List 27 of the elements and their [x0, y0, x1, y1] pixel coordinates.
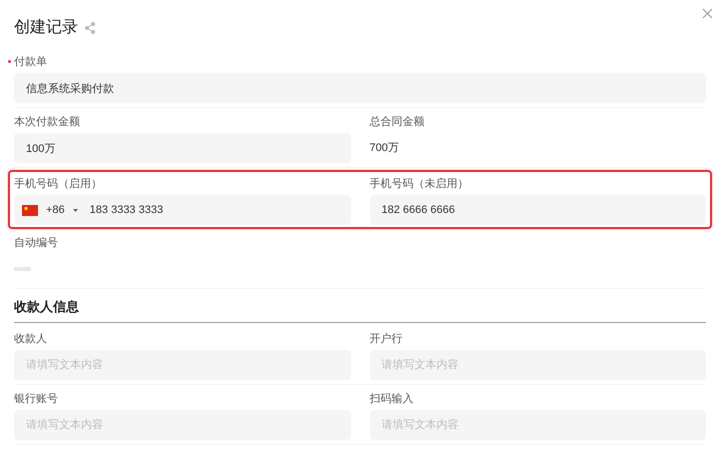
field-label: 收款人 [14, 332, 47, 347]
field-label: 手机号码（启用） [14, 176, 102, 192]
field-label: 银行账号 [14, 392, 58, 407]
country-code[interactable]: +86 [46, 202, 65, 218]
input-field[interactable]: 信息系统采购付款 [14, 73, 706, 103]
input-field[interactable]: 100万 [14, 133, 350, 163]
field-label: 手机号码（未启用） [370, 176, 468, 192]
input-field[interactable]: 182 6666 6666 [370, 195, 706, 225]
section-title: 收款人信息 [14, 299, 79, 314]
field-label: 自动编号 [14, 236, 58, 251]
close-icon[interactable] [702, 8, 713, 19]
flag-icon [22, 204, 38, 216]
caret-icon [72, 208, 78, 212]
field-label: 扫码输入 [370, 392, 414, 407]
field-label: 开户行 [370, 332, 402, 347]
phone-field[interactable]: +86 183 3333 3333 [14, 195, 350, 225]
input-field[interactable]: 请填写文本内容 [14, 350, 350, 380]
phone-number: 183 3333 3333 [90, 202, 164, 218]
input-field[interactable]: 请填写文本内容 [14, 410, 350, 440]
field-value: 700万 [370, 140, 399, 156]
field-label: 总合同金额 [370, 114, 424, 130]
field-label: 本次付款金额 [14, 114, 80, 130]
field-label: 付款单 [14, 54, 47, 70]
input-field[interactable]: 请填写文本内容 [370, 350, 706, 380]
dialog-title: 创建记录 [14, 18, 78, 38]
input-field[interactable]: 请填写文本内容 [370, 410, 706, 440]
share-icon[interactable] [84, 22, 96, 34]
